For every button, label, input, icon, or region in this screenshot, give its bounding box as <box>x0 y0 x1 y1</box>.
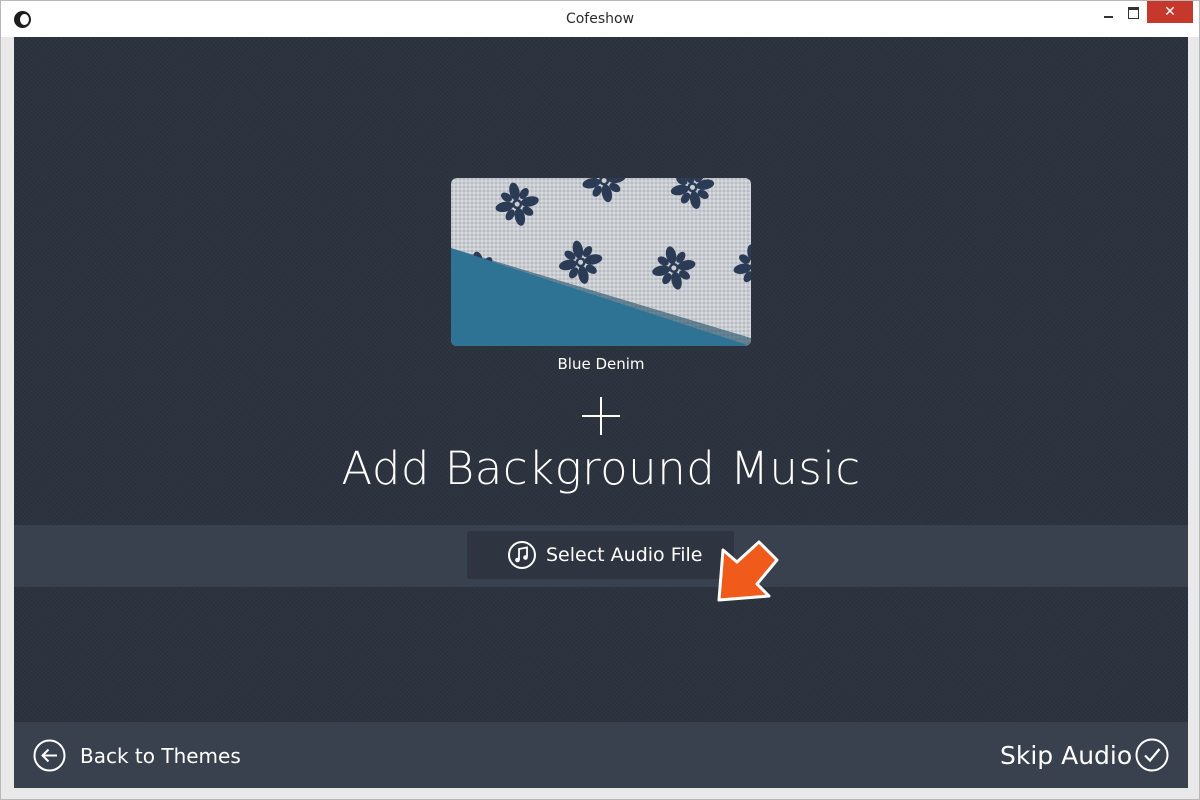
minimize-icon[interactable] <box>1095 1 1121 23</box>
circle-arrow-left-icon[interactable] <box>33 739 66 772</box>
close-button[interactable]: ✕ <box>1147 1 1193 23</box>
arrow-pointer-icon <box>717 540 779 602</box>
theme-name: Blue Denim <box>557 355 645 373</box>
window-title: Cofeshow <box>565 11 635 27</box>
page-title: Add Background Music <box>341 442 861 495</box>
music-note-icon <box>508 541 536 569</box>
app-window: Cofeshow ✕ Blue Denim Add Background Mus… <box>0 0 1200 800</box>
plus-icon <box>582 397 620 435</box>
bottom-navigation-bar: Back to Themes Skip Audio <box>14 722 1188 788</box>
skip-audio-button[interactable]: Skip Audio <box>1000 741 1132 770</box>
blue-denim-preview-image <box>451 178 751 346</box>
maximize-icon[interactable] <box>1121 1 1147 23</box>
title-bar[interactable]: Cofeshow ✕ <box>1 1 1199 37</box>
select-audio-file-label: Select Audio File <box>546 544 703 566</box>
main-content: Blue Denim Add Background Music Select A… <box>14 37 1188 722</box>
theme-thumbnail <box>451 178 751 346</box>
audio-selection-band: Select Audio File <box>14 525 1188 587</box>
back-to-themes-button[interactable]: Back to Themes <box>80 744 241 768</box>
circle-check-icon[interactable] <box>1135 738 1169 772</box>
